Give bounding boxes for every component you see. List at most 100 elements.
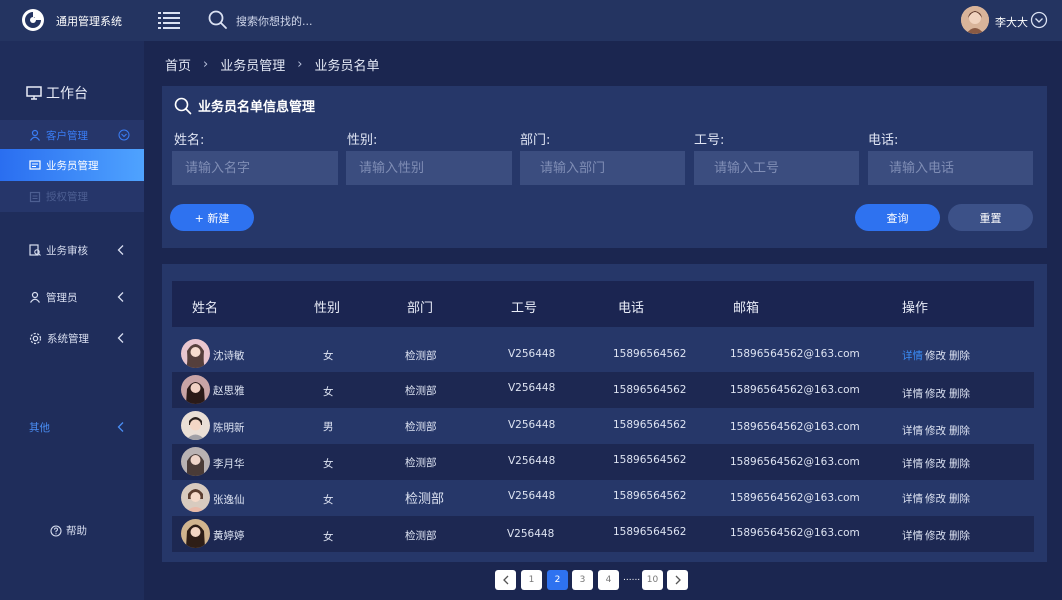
search-icon[interactable] [208,10,228,30]
edit-link[interactable]: 修改 [925,456,946,471]
cell-email: 15896564562@163.com [730,421,860,433]
monitor-icon [26,86,42,100]
edit-link[interactable]: 修改 [925,528,946,543]
cell-name: 沈诗敏 [213,350,245,362]
delete-link[interactable]: 删除 [949,423,970,438]
page-button-current[interactable]: 2 [547,570,568,590]
sidebar-item-system-management[interactable]: 系统管理 [0,322,144,354]
sidebar-item-admin[interactable]: 管理员 [0,281,144,313]
table-header: 姓名 性别 部门 工号 电话 邮箱 操作 [172,281,1034,327]
breadcrumb-salesman-management[interactable]: 业务员管理 [220,55,285,74]
chevron-down-icon[interactable] [1030,11,1048,29]
avatar [181,339,210,368]
employee-id-input[interactable] [694,151,859,185]
delete-link[interactable]: 删除 [949,491,970,506]
avatar [181,447,210,476]
global-search-input[interactable] [236,12,436,30]
gender-input[interactable] [346,151,512,185]
new-button[interactable]: + 新建 [170,204,254,231]
gear-icon [29,332,42,344]
detail-link[interactable]: 详情 [902,456,923,471]
sidebar-item-customer-management[interactable]: 客户管理 [0,120,144,150]
chevron-left-icon [117,292,124,302]
table-row: 赵思雅 女 检测部 V256448 15896564562 1589656456… [172,372,1034,408]
workbench-link[interactable]: 工作台 [26,83,88,103]
chevron-left-icon [117,333,124,343]
delete-link[interactable]: 删除 [949,456,970,471]
reset-button[interactable]: 重置 [948,204,1033,231]
help-link[interactable]: 帮助 [50,523,87,538]
cell-department: 检测部 [405,530,437,542]
cell-gender: 女 [323,350,334,362]
cell-gender: 女 [323,458,334,470]
edit-link[interactable]: 修改 [925,348,946,363]
sidebar-item-label: 其他 [29,421,50,434]
menu-icon[interactable] [158,10,180,30]
cell-email: 15896564562@163.com [730,527,860,539]
sidebar-item-label: 业务审核 [46,244,88,257]
sidebar-item-label: 客户管理 [46,129,88,142]
edit-link[interactable]: 修改 [925,386,946,401]
sidebar-item-authorization[interactable]: 授权管理 [0,181,144,212]
cell-employee-id: V256448 [508,419,556,431]
detail-link[interactable]: 详情 [902,491,923,506]
top-bar: 通用管理系统 李大大 [0,0,1062,41]
page-button[interactable]: 10 [642,570,663,590]
cell-department: 检测部 [405,350,437,362]
delete-link[interactable]: 删除 [949,348,970,363]
sidebar-item-label: 系统管理 [47,332,89,345]
next-page-button[interactable] [667,570,688,590]
avatar [181,411,210,440]
delete-link[interactable]: 删除 [949,528,970,543]
avatar [181,375,210,404]
avatar [181,483,210,512]
cell-phone: 15896564562 [613,454,687,466]
name-input[interactable] [172,151,338,185]
detail-link[interactable]: 详情 [902,423,923,438]
cell-phone: 15896564562 [613,526,687,538]
detail-link[interactable]: 详情 [902,386,923,401]
edit-link[interactable]: 修改 [925,491,946,506]
prev-page-button[interactable] [495,570,516,590]
help-label: 帮助 [66,525,87,537]
detail-link[interactable]: 详情 [902,528,923,543]
edit-link[interactable]: 修改 [925,423,946,438]
cell-phone: 15896564562 [613,348,687,360]
employee-id-label: 工号: [694,133,725,148]
sidebar-item-other[interactable]: 其他 [0,411,144,443]
sidebar-item-salesman-management[interactable]: 业务员管理 [0,149,144,181]
user-avatar[interactable] [961,6,989,34]
query-button[interactable]: 查询 [855,204,940,231]
delete-link[interactable]: 删除 [949,386,970,401]
column-header-actions: 操作 [902,301,929,316]
sidebar-item-business-review[interactable]: 业务审核 [0,234,144,266]
search-icon [174,97,192,114]
table-row: 张逸仙 女 检测部 V256448 15896564562 1589656456… [172,480,1034,516]
cell-department: 检测部 [405,385,437,397]
cell-phone: 15896564562 [613,384,687,396]
help-icon [50,524,62,537]
breadcrumb-home[interactable]: 首页 [165,55,191,74]
column-header-department: 部门 [407,301,434,316]
cell-name: 张逸仙 [213,494,245,506]
department-input[interactable] [520,151,685,185]
phone-input[interactable] [868,151,1033,185]
breadcrumb-salesman-list: 业务员名单 [314,59,380,74]
department-label: 部门: [520,133,551,148]
table-row: 沈诗敏 女 检测部 V256448 15896564562 1589656456… [172,336,1034,372]
page-button[interactable]: 1 [521,570,542,590]
detail-link[interactable]: 详情 [902,348,923,363]
admin-icon [30,291,40,303]
page-button[interactable]: 3 [572,570,593,590]
panel-title: 业务员名单信息管理 [174,96,315,115]
column-header-name: 姓名 [192,301,219,316]
cell-department: 检测部 [405,421,437,433]
cell-employee-id: V256448 [508,490,556,502]
cell-department: 检测部 [405,492,445,507]
page-button[interactable]: 4 [598,570,619,590]
app-title: 通用管理系统 [56,15,122,28]
username[interactable]: 李大大 [995,14,1028,30]
authorization-icon [29,191,41,202]
cell-department: 检测部 [405,457,437,469]
cell-email: 15896564562@163.com [730,456,860,468]
